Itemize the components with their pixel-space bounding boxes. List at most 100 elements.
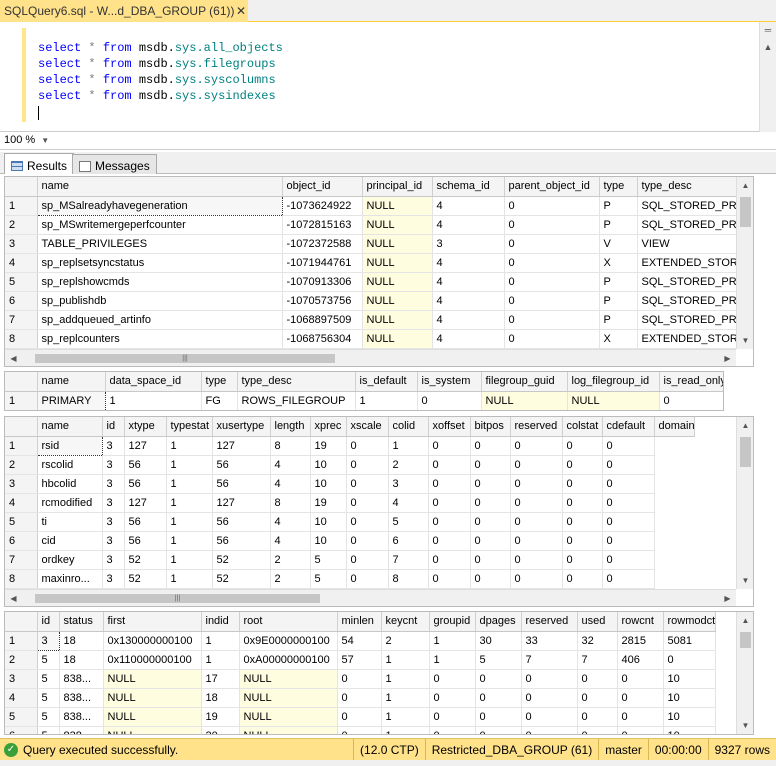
table-cell[interactable]: 0 bbox=[337, 707, 382, 727]
table-cell[interactable]: 0 bbox=[470, 512, 511, 532]
table-cell[interactable]: 0 bbox=[521, 669, 578, 689]
table-cell[interactable]: 0 bbox=[602, 569, 655, 589]
query-editor[interactable]: select * from msdb.sys.all_objects select… bbox=[0, 22, 776, 132]
table-cell[interactable]: NULL bbox=[103, 726, 202, 734]
table-cell[interactable]: 56 bbox=[124, 531, 167, 551]
table-cell[interactable]: 0x9E0000000100 bbox=[239, 631, 338, 651]
tab-messages[interactable]: Messages bbox=[72, 154, 157, 174]
table-cell[interactable]: 0 bbox=[504, 234, 600, 254]
column-header[interactable]: object_id bbox=[282, 177, 363, 197]
row-number[interactable]: 4 bbox=[5, 253, 38, 273]
table-cell[interactable]: NULL bbox=[362, 329, 433, 349]
table-cell[interactable]: 54 bbox=[337, 631, 382, 651]
table-cell[interactable]: 0 bbox=[602, 493, 655, 513]
column-header[interactable]: type bbox=[201, 372, 238, 392]
result-grid-1[interactable]: name object_id principal_id schema_id parent… bbox=[4, 176, 754, 367]
table-cell[interactable]: ROWS_FILEGROUP bbox=[237, 391, 356, 410]
table-row[interactable]: 4 5 838... NULL 18 NULL 0 1 0 0 0 0 0 10 bbox=[5, 688, 716, 708]
table-cell[interactable]: 18 bbox=[59, 650, 104, 670]
table-cell[interactable]: NULL bbox=[239, 669, 338, 689]
result-grid-4[interactable]: id status first indid root minlen keycnt groupi… bbox=[4, 611, 754, 735]
table-cell[interactable]: 406 bbox=[617, 650, 664, 670]
column-header[interactable]: used bbox=[577, 612, 618, 632]
table-cell[interactable]: NULL bbox=[362, 196, 433, 216]
table-row[interactable]: 7 sp_addqueued_artinfo -1068897509 NULL 4 0 P S… bbox=[5, 310, 738, 330]
row-number[interactable]: 3 bbox=[5, 474, 38, 494]
table-cell[interactable]: P bbox=[599, 272, 638, 292]
table-cell[interactable]: 0 bbox=[521, 726, 578, 734]
table-cell[interactable]: 4 bbox=[432, 272, 505, 292]
table-cell[interactable]: 0 bbox=[510, 531, 563, 551]
column-header[interactable]: rowcnt bbox=[617, 612, 664, 632]
row-number[interactable]: 6 bbox=[5, 291, 38, 311]
row-number[interactable]: 5 bbox=[5, 707, 38, 727]
table-cell[interactable]: 2 bbox=[381, 631, 430, 651]
table-cell[interactable]: 5 bbox=[310, 550, 347, 570]
scroll-left-icon[interactable]: ◀ bbox=[5, 350, 22, 366]
table-cell[interactable]: 0 bbox=[562, 569, 603, 589]
table-cell[interactable]: 0 bbox=[602, 531, 655, 551]
scroll-thumb[interactable] bbox=[740, 197, 751, 227]
code-line[interactable]: select * from msdb.sys.syscolumns bbox=[38, 72, 283, 88]
table-cell[interactable]: 127 bbox=[124, 436, 167, 456]
table-cell[interactable]: NULL bbox=[362, 215, 433, 235]
table-cell[interactable]: 1 bbox=[166, 455, 213, 475]
table-row[interactable]: 1 sp_MSalreadyhavegeneration -1073624922 NU… bbox=[5, 195, 738, 216]
table-cell[interactable]: 0 bbox=[417, 391, 482, 410]
table-cell[interactable]: 0 bbox=[428, 531, 471, 551]
table-cell[interactable]: 0 bbox=[346, 455, 389, 475]
table-cell[interactable]: 0 bbox=[470, 569, 511, 589]
scroll-down-icon[interactable]: ▼ bbox=[737, 717, 753, 734]
table-cell[interactable]: 127 bbox=[124, 493, 167, 513]
column-header[interactable]: reserved bbox=[521, 612, 578, 632]
table-cell[interactable]: 127 bbox=[212, 436, 271, 456]
table-cell[interactable]: 4 bbox=[432, 253, 505, 273]
table-cell[interactable]: 18 bbox=[201, 688, 240, 708]
table-cell[interactable]: 0 bbox=[562, 436, 603, 456]
table-cell[interactable]: 2 bbox=[388, 455, 429, 475]
table-cell[interactable]: 2 bbox=[270, 550, 311, 570]
table-row[interactable]: 5 5 838... NULL 19 NULL 0 1 0 0 0 0 0 10 bbox=[5, 707, 716, 727]
table-cell[interactable]: X bbox=[599, 253, 638, 273]
table-cell[interactable]: 0 bbox=[346, 531, 389, 551]
row-number[interactable]: 1 bbox=[5, 631, 38, 651]
table-cell[interactable]: P bbox=[599, 291, 638, 311]
table-cell[interactable]: 0 bbox=[510, 455, 563, 475]
table-cell[interactable]: 32 bbox=[577, 631, 618, 651]
table-cell[interactable]: 0 bbox=[428, 493, 471, 513]
table-cell[interactable]: 0 bbox=[475, 669, 522, 689]
table-cell[interactable]: sp_addqueued_artinfo bbox=[37, 310, 283, 330]
table-cell[interactable]: 0x110000000100 bbox=[103, 650, 202, 670]
table-cell[interactable]: 0 bbox=[428, 455, 471, 475]
table-cell[interactable]: 4 bbox=[388, 493, 429, 513]
table-cell[interactable]: 0 bbox=[504, 329, 600, 349]
row-number[interactable]: 4 bbox=[5, 688, 38, 708]
row-number[interactable]: 8 bbox=[5, 329, 38, 349]
table-cell[interactable]: X bbox=[599, 329, 638, 349]
column-header[interactable]: is_default bbox=[355, 372, 418, 392]
table-cell[interactable]: ordkey bbox=[37, 550, 103, 570]
table-cell[interactable]: 838... bbox=[59, 726, 104, 734]
table-cell[interactable]: 1 bbox=[166, 531, 213, 551]
table-cell[interactable]: 0 bbox=[429, 707, 476, 727]
editor-scrollbar[interactable]: ═ ▲ bbox=[759, 22, 776, 132]
table-cell[interactable]: 0 bbox=[504, 291, 600, 311]
table-cell[interactable]: 0 bbox=[428, 436, 471, 456]
table-cell[interactable]: 56 bbox=[124, 512, 167, 532]
table-row[interactable]: 3 hbcolid 3 56 1 56 4 10 0 3 0 0 0 0 0 bbox=[5, 474, 694, 494]
table-cell[interactable]: 3 bbox=[102, 474, 125, 494]
table-cell[interactable]: 52 bbox=[212, 550, 271, 570]
table-cell[interactable]: 56 bbox=[212, 455, 271, 475]
horizontal-scrollbar[interactable]: ◀ ||| ▶ bbox=[5, 349, 736, 366]
table-cell[interactable]: 4 bbox=[270, 531, 311, 551]
column-header[interactable]: name bbox=[37, 417, 103, 437]
column-header[interactable]: cdefault bbox=[602, 417, 655, 437]
table-cell[interactable]: 30 bbox=[475, 631, 522, 651]
table-cell[interactable]: sp_publishdb bbox=[37, 291, 283, 311]
column-header[interactable]: length bbox=[270, 417, 311, 437]
column-header[interactable]: first bbox=[103, 612, 202, 632]
table-cell[interactable]: 33 bbox=[521, 631, 578, 651]
table-cell[interactable]: EXTENDED_STORE bbox=[637, 253, 738, 273]
table-cell[interactable]: 0 bbox=[346, 512, 389, 532]
table-cell[interactable]: 0 bbox=[504, 272, 600, 292]
